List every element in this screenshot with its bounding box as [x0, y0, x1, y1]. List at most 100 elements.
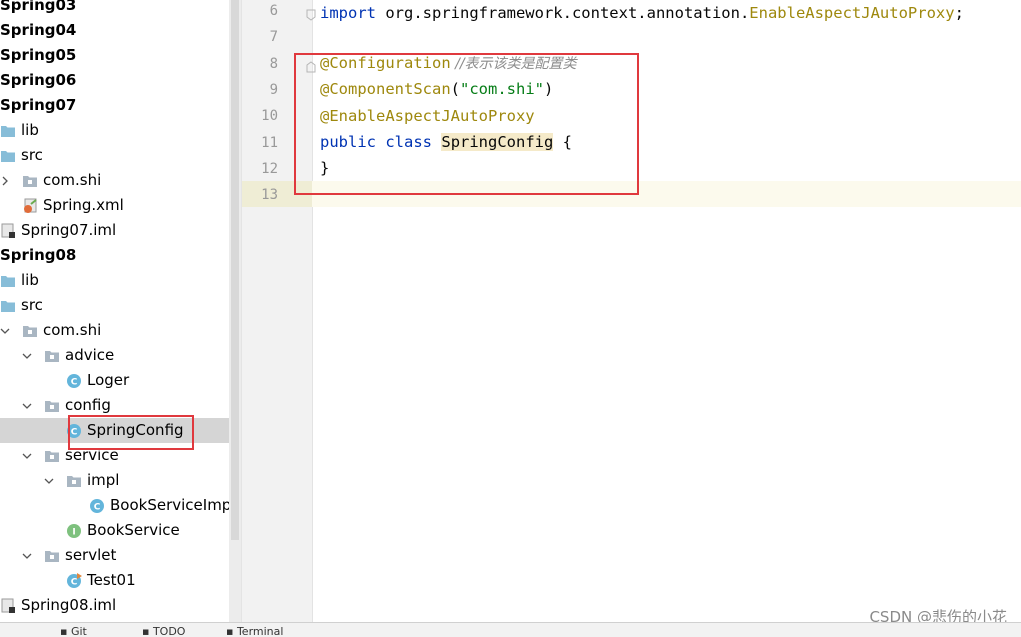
- tree-item-label: lib: [21, 121, 39, 139]
- bottom-tool-bar: ▪ Git ▪ TODO ▪ Terminal: [0, 622, 1021, 637]
- tree-item-label: Spring.xml: [43, 196, 124, 214]
- import-package: org.springframework.context.annotation.: [376, 4, 750, 22]
- chevron-right-icon[interactable]: [0, 176, 10, 186]
- folder-icon: [0, 273, 16, 289]
- tree-item-label: impl: [87, 471, 120, 489]
- package-folder-icon: [22, 323, 38, 339]
- tree-item-label: Spring05: [0, 46, 77, 64]
- svg-text:C: C: [94, 503, 101, 513]
- tree-item-test01[interactable]: C Test01: [0, 568, 229, 593]
- chevron-down-icon[interactable]: [22, 351, 32, 361]
- tree-item-spring07-iml[interactable]: Spring07.iml: [0, 218, 229, 243]
- todo-label: TODO: [152, 625, 186, 637]
- tree-highlight-box: [68, 415, 194, 450]
- tree-item-label: Spring03: [0, 0, 77, 14]
- tree-item-label: Spring06: [0, 71, 77, 89]
- tree-item-spring04[interactable]: Spring04: [0, 18, 229, 43]
- tree-item-lib[interactable]: lib: [0, 268, 229, 293]
- tree-item-spring08-iml[interactable]: Spring08.iml: [0, 593, 229, 618]
- module-file-icon: [0, 223, 16, 239]
- package-folder-icon: [66, 473, 82, 489]
- tree-item-bookservice[interactable]: I BookService: [0, 518, 229, 543]
- project-tree-panel: Spring03 Spring04 Spring05 Spring06 Spring07…: [0, 0, 242, 622]
- tree-item-impl[interactable]: impl: [0, 468, 229, 493]
- tree-item-label: Spring07.iml: [21, 221, 117, 239]
- tree-item-spring07[interactable]: Spring07: [0, 93, 229, 118]
- line-number: 11: [261, 134, 278, 151]
- module-file-icon: [0, 598, 16, 614]
- tree-item-spring-xml[interactable]: Spring.xml: [0, 193, 229, 218]
- package-folder-icon: [44, 398, 60, 414]
- chevron-down-icon[interactable]: [0, 326, 10, 336]
- tree-item-spring05[interactable]: Spring05: [0, 43, 229, 68]
- tree-item-label: com.shi: [43, 171, 102, 189]
- tree-item-label: Spring07: [0, 96, 77, 114]
- todo-icon: ▪: [142, 625, 153, 637]
- todo-tool-button[interactable]: ▪ TODO: [142, 625, 185, 637]
- tree-scrollbar-thumb[interactable]: [231, 0, 239, 540]
- tree-item-label: BookService: [87, 521, 180, 539]
- tree-item-spring06[interactable]: Spring06: [0, 68, 229, 93]
- xml-file-icon: [22, 198, 38, 214]
- tree-item-label: src: [21, 146, 43, 164]
- tree-item-label: BookServiceImp: [110, 496, 232, 514]
- tree-item-com-shi[interactable]: com.shi: [0, 168, 229, 193]
- terminal-label: Terminal: [236, 625, 284, 637]
- tree-item-loger[interactable]: C Loger: [0, 368, 229, 393]
- svg-text:C: C: [71, 578, 78, 588]
- svg-text:I: I: [72, 528, 75, 538]
- package-folder-icon: [44, 448, 60, 464]
- code-line-6[interactable]: import org.springframework.context.annot…: [320, 0, 964, 26]
- package-folder-icon: [44, 548, 60, 564]
- semicolon: ;: [954, 4, 964, 22]
- terminal-icon: ▪: [226, 625, 237, 637]
- tree-item-label: Loger: [87, 371, 130, 389]
- tree-item-label: Spring08.iml: [21, 596, 117, 614]
- tree-item-bookserviceimp[interactable]: C BookServiceImp: [0, 493, 232, 518]
- tree-item-label: Test01: [87, 571, 136, 589]
- folder-icon: [0, 123, 16, 139]
- line-number: 12: [261, 160, 278, 177]
- terminal-tool-button[interactable]: ▪ Terminal: [226, 625, 283, 637]
- line-number: 8: [269, 55, 278, 72]
- folder-icon: [0, 298, 16, 314]
- tree-item-src[interactable]: src: [0, 143, 229, 168]
- chevron-down-icon[interactable]: [44, 476, 54, 486]
- tree-item-label: Spring04: [0, 21, 77, 39]
- line-number: 9: [269, 81, 278, 98]
- tree-item-lib[interactable]: lib: [0, 118, 229, 143]
- tree-item-advice[interactable]: advice: [0, 343, 229, 368]
- tree-item-spring08[interactable]: Spring08: [0, 243, 229, 268]
- tree-item-label: com.shi: [43, 321, 102, 339]
- tree-item-label: lib: [21, 271, 39, 289]
- git-tool-button[interactable]: ▪ Git: [60, 625, 87, 637]
- import-class: EnableAspectJAutoProxy: [749, 4, 955, 22]
- chevron-down-icon[interactable]: [22, 451, 32, 461]
- chevron-down-icon[interactable]: [22, 551, 32, 561]
- tree-item-label: servlet: [65, 546, 117, 564]
- package-folder-icon: [22, 173, 38, 189]
- java-interface-icon: I: [66, 523, 82, 539]
- line-number: 13: [261, 187, 278, 204]
- line-number: 6: [269, 3, 278, 19]
- keyword-import: import: [320, 4, 376, 22]
- tree-item-servlet[interactable]: servlet: [0, 543, 229, 568]
- java-runnable-class-icon: C: [66, 573, 82, 589]
- tree-item-src[interactable]: src: [0, 293, 229, 318]
- svg-text:C: C: [71, 378, 78, 388]
- tree-item-spring03[interactable]: Spring03: [0, 0, 229, 18]
- fold-marker-icon[interactable]: [306, 6, 316, 21]
- tree-item-label: src: [21, 296, 43, 314]
- package-folder-icon: [44, 348, 60, 364]
- tree-item-com-shi[interactable]: com.shi: [0, 318, 229, 343]
- chevron-down-icon[interactable]: [22, 401, 32, 411]
- git-label: Git: [70, 625, 87, 637]
- java-class-icon: C: [89, 498, 105, 514]
- git-icon: ▪: [60, 625, 71, 637]
- line-number: 7: [269, 29, 278, 46]
- tree-item-label: advice: [65, 346, 115, 364]
- folder-icon: [0, 148, 16, 164]
- tree-item-label: Spring08: [0, 246, 77, 264]
- line-number: 10: [261, 108, 278, 125]
- code-highlight-box: [294, 53, 639, 195]
